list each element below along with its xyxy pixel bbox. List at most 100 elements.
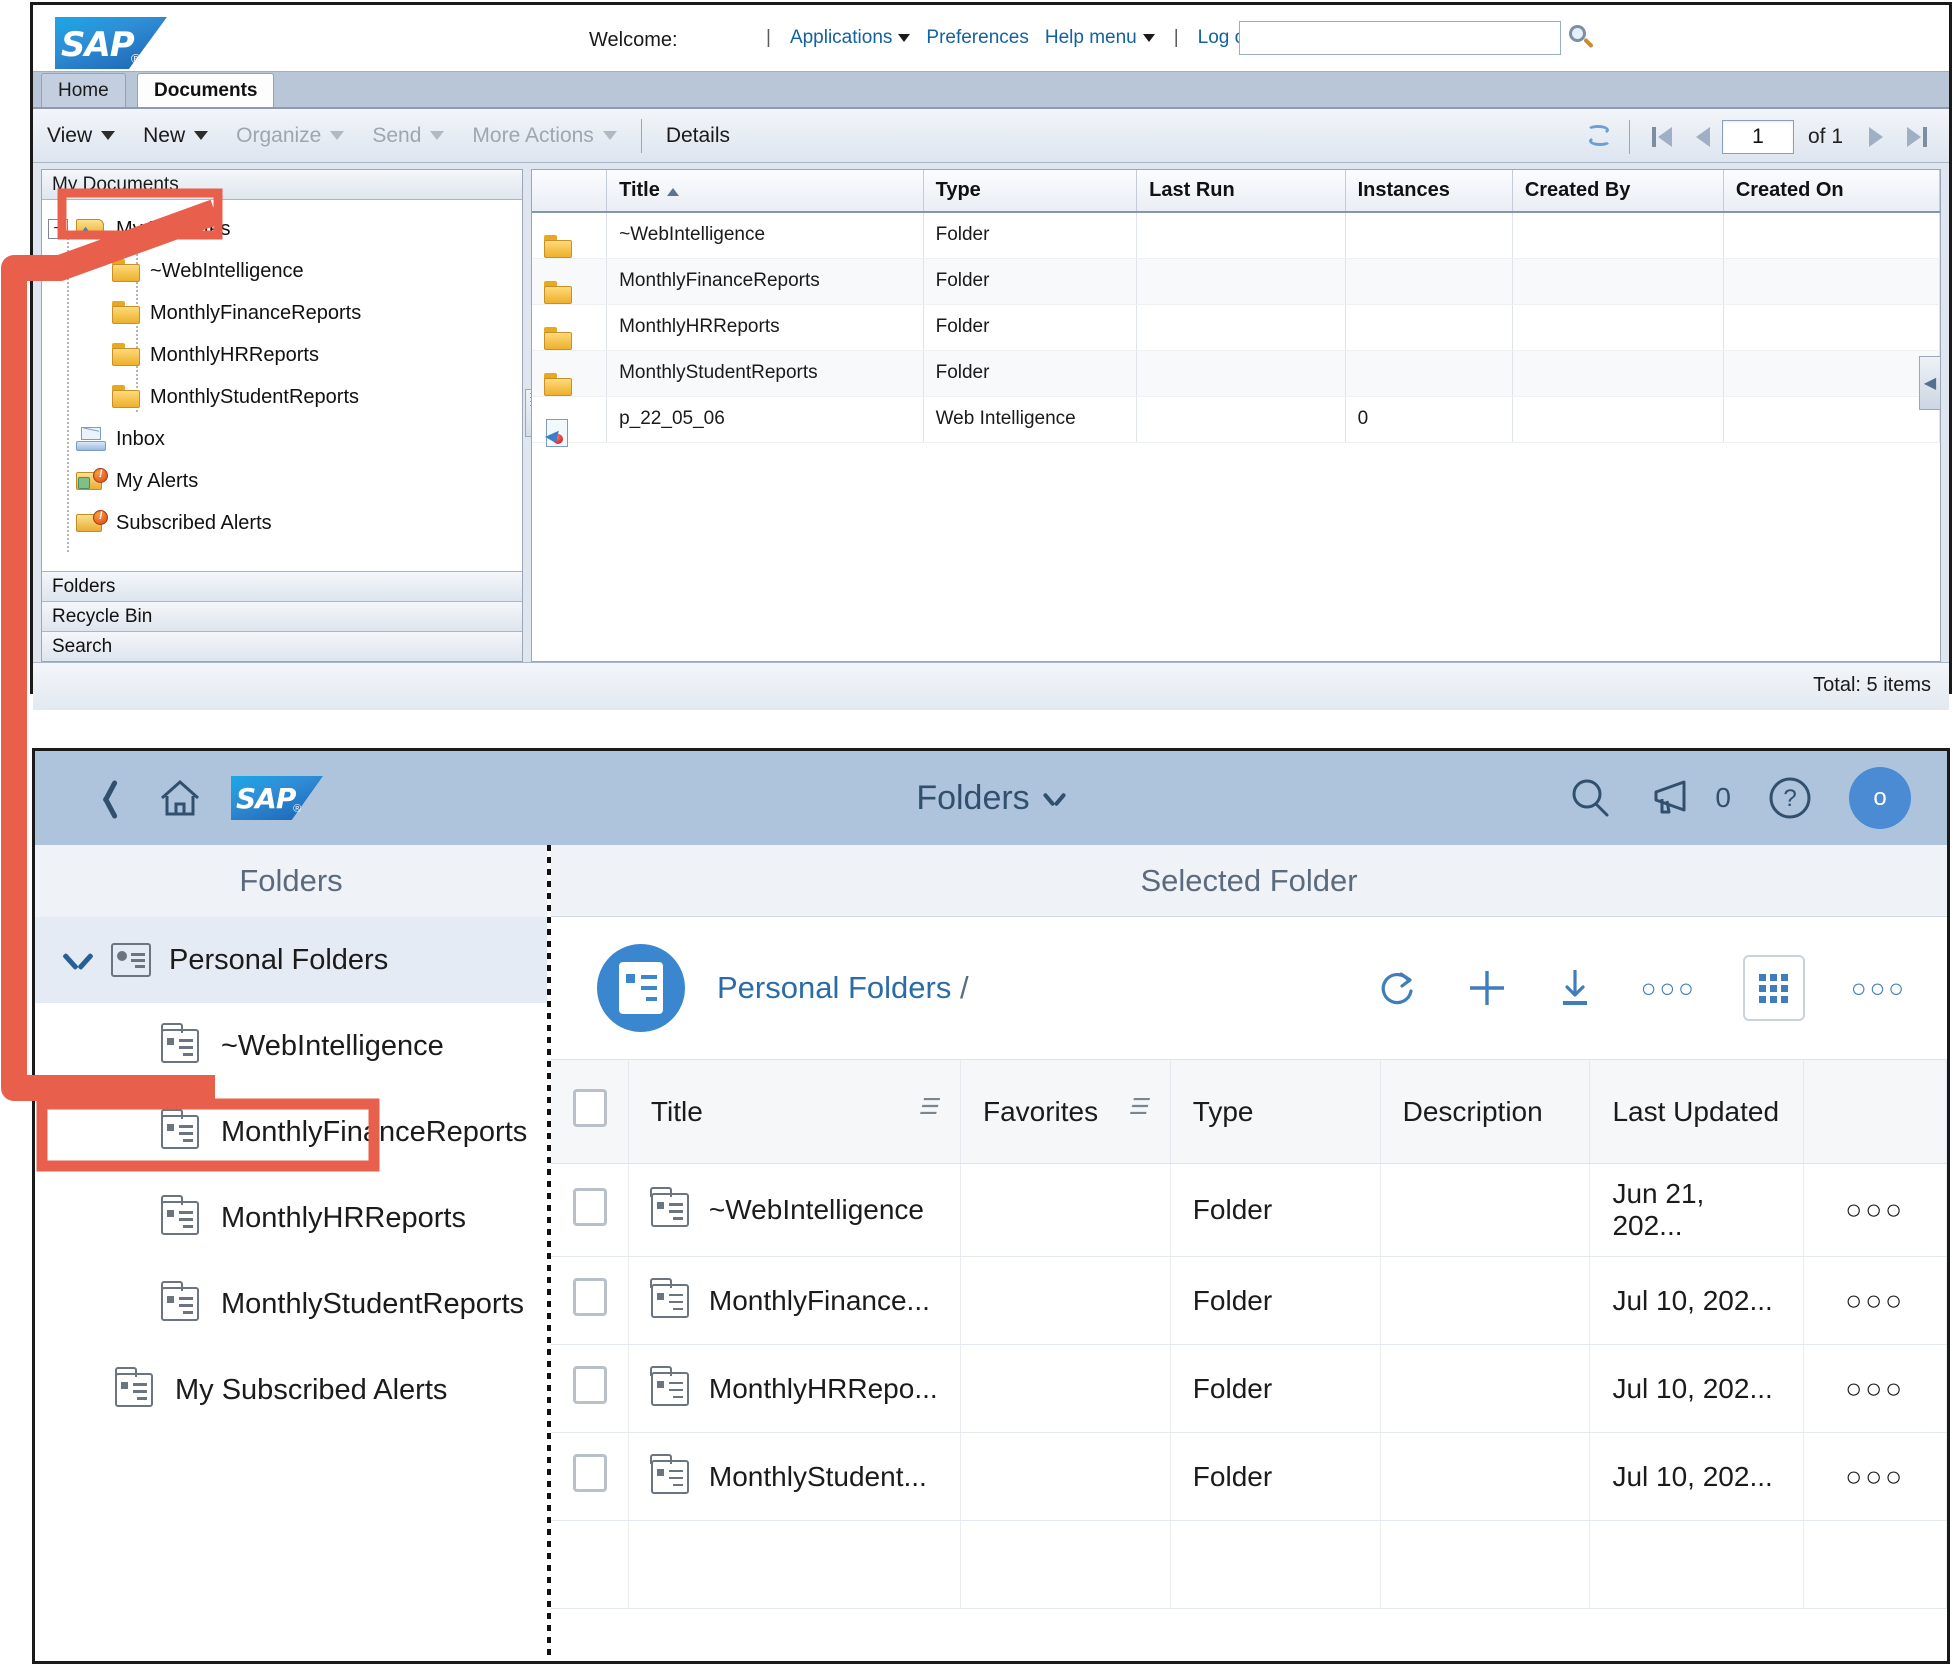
col-favorites[interactable]: Favorites ☰ [960,1059,1171,1164]
notifications-count: 0 [1715,782,1731,813]
row-actions-button[interactable]: ○○○ [1803,1163,1947,1257]
row-actions-button[interactable]: ○○○ [1803,1344,1947,1433]
cell-title[interactable]: MonthlyHRRepo... [628,1344,961,1433]
new-menu[interactable]: New [129,124,222,148]
row-select-cell[interactable] [551,1256,629,1345]
row-actions-button[interactable]: ○○○ [1803,1256,1947,1345]
col-type[interactable]: Type [923,170,1138,213]
overflow-dots-icon[interactable]: ○○○ [1851,973,1907,1004]
search-button[interactable] [1565,773,1615,823]
cell-title[interactable]: ~WebIntelligence [606,212,924,259]
cell-title[interactable]: MonthlyFinanceReports [606,258,924,305]
row-checkbox[interactable] [573,1278,607,1316]
breadcrumb[interactable]: Personal Folders / [717,970,969,1006]
applications-menu[interactable]: Applications [782,27,918,49]
row-checkbox[interactable] [573,1187,607,1226]
search-icon[interactable] [1567,24,1595,52]
help-button[interactable]: ? [1765,773,1815,823]
tree-node-inbox[interactable]: Inbox [48,418,522,460]
tree-node-monthlystudentreports[interactable]: MonthlyStudentReports [48,376,522,418]
cell-title[interactable]: MonthlyStudent... [628,1432,961,1521]
tree-node-monthlyhrreports[interactable]: MonthlyHRReports [48,334,522,376]
row-select-cell[interactable] [551,1344,629,1433]
accordion-search[interactable]: Search [42,631,522,661]
tree-node-monthlyfinancereports[interactable]: MonthlyFinanceReports [35,1089,547,1175]
col-last-updated[interactable]: Last Updated [1589,1059,1805,1164]
tab-home[interactable]: Home [41,73,126,107]
back-button[interactable] [69,761,143,835]
cell-title[interactable]: MonthlyHRReports [606,304,924,351]
tree-node-monthlystudentreports[interactable]: MonthlyStudentReports [35,1261,547,1347]
previous-page-button[interactable] [1684,127,1722,147]
collapse-icon[interactable]: − [48,219,68,239]
table-row[interactable]: ~WebIntelligence Folder Jun 21, 202... ○… [551,1163,1947,1257]
select-all-checkbox[interactable] [573,1089,607,1127]
cell-title[interactable]: ~WebIntelligence [628,1163,961,1257]
tree-node-webintelligence[interactable]: ~WebIntelligence [35,1003,547,1089]
shell-title-label: Folders [916,778,1030,817]
panel-collapse-handle[interactable]: ◀ [1919,356,1941,410]
chevron-down-icon[interactable] [65,952,93,968]
table-row[interactable]: ◀ p_22_05_06 Web Intelligence 0 [532,396,1941,447]
tree-node-monthlyfinancereports[interactable]: MonthlyFinanceReports [48,292,522,334]
add-button[interactable] [1465,965,1509,1011]
col-type[interactable]: Type [1170,1059,1381,1164]
refresh-button[interactable] [1375,965,1419,1011]
next-page-button[interactable] [1857,127,1895,147]
row-actions-button[interactable]: ○○○ [1803,1432,1947,1521]
row-checkbox[interactable] [573,1366,607,1404]
sort-icon[interactable]: ☰ [1128,1095,1148,1118]
col-instances[interactable]: Instances [1345,170,1513,213]
table-row[interactable]: MonthlyFinance... Folder Jul 10, 202... … [551,1256,1947,1345]
table-row[interactable]: ~WebIntelligence Folder [532,212,1941,259]
tree-node-my-favorites[interactable]: − ♦ My Favorites [48,208,522,250]
folder-avatar-icon [597,944,685,1032]
table-row[interactable]: MonthlyHRReports Folder [532,304,1941,351]
last-page-button[interactable] [1895,127,1939,147]
row-checkbox[interactable] [573,1454,607,1492]
table-row[interactable]: MonthlyStudentReports Folder [532,350,1941,397]
col-title[interactable]: Title ☰ [628,1059,961,1164]
avatar[interactable]: o [1849,767,1911,829]
page-number-input[interactable]: 1 [1721,120,1794,154]
details-button[interactable]: Details [652,124,744,148]
grid-view-button[interactable] [1742,955,1805,1021]
tree-node-my-subscribed-alerts[interactable]: My Subscribed Alerts [35,1347,547,1433]
row-select-cell[interactable] [551,1432,629,1521]
help-menu[interactable]: Help menu [1037,27,1163,49]
table-row[interactable]: MonthlyStudent... Folder Jul 10, 202... … [551,1432,1947,1521]
col-select-all[interactable] [551,1059,629,1164]
col-description[interactable]: Description [1380,1059,1591,1164]
more-dots-icon[interactable]: ○○○ [1641,973,1697,1004]
tree-node-personal-folders[interactable]: Personal Folders [35,917,547,1003]
sort-icon[interactable]: ☰ [918,1095,938,1118]
search-input[interactable] [1239,21,1561,55]
col-created-on[interactable]: Created On [1723,170,1941,213]
col-last-run[interactable]: Last Run [1136,170,1346,213]
download-button[interactable] [1555,965,1595,1011]
breadcrumb-label[interactable]: Personal Folders [717,970,951,1005]
notifications-button[interactable] [1649,773,1699,823]
refresh-icon[interactable] [1585,123,1615,151]
first-page-button[interactable] [1640,127,1684,147]
tree-node-my-alerts[interactable]: My Alerts [48,460,522,502]
col-title[interactable]: Title [606,170,924,213]
cell-instances [1345,212,1513,259]
tree-node-monthlyhrreports[interactable]: MonthlyHRReports [35,1175,547,1261]
folders-title-dropdown[interactable]: Folders [916,779,1065,818]
tree-node-webintelligence[interactable]: ~WebIntelligence [48,250,522,292]
home-button[interactable] [143,761,217,835]
accordion-recycle-bin[interactable]: Recycle Bin [42,601,522,631]
cell-title[interactable]: MonthlyFinance... [628,1256,961,1345]
table-row[interactable]: MonthlyFinanceReports Folder [532,258,1941,305]
accordion-folders[interactable]: Folders [42,571,522,601]
cell-title[interactable]: p_22_05_06 [606,396,924,443]
col-created-by[interactable]: Created By [1512,170,1724,213]
preferences-link[interactable]: Preferences [918,27,1036,49]
table-row[interactable]: MonthlyHRRepo... Folder Jul 10, 202... ○… [551,1344,1947,1433]
tree-node-subscribed-alerts[interactable]: Subscribed Alerts [48,502,522,544]
tab-documents[interactable]: Documents [137,73,275,107]
cell-title[interactable]: MonthlyStudentReports [606,350,924,397]
view-menu[interactable]: View [33,124,129,148]
row-select-cell[interactable] [551,1163,629,1257]
